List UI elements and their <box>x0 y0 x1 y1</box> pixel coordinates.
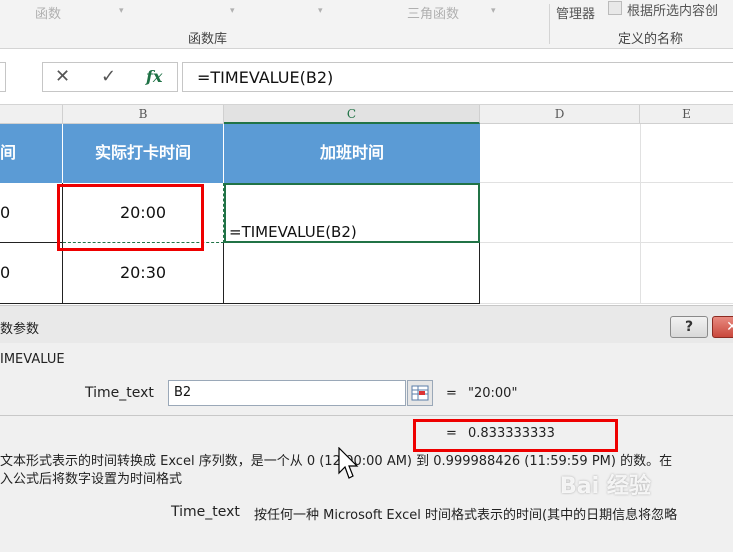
formula-input[interactable]: =TIMEVALUE(B2) <box>182 62 733 92</box>
ribbon: 函数 ▾ ▾ ▾ 三角函数 ▾ 函数库 管理器 根据所选内容创 定义的名称 <box>0 0 733 49</box>
grid-row <box>480 243 733 304</box>
highlight-box-b2 <box>57 184 204 251</box>
cell-a2[interactable]: 0 <box>0 183 63 243</box>
trig-functions-dropdown[interactable]: 三角函数 <box>407 3 459 22</box>
header-cell-a[interactable]: 间 <box>0 124 63 183</box>
header-cell-overtime[interactable]: 加班时间 <box>224 124 480 183</box>
create-from-selection-button[interactable]: 根据所选内容创 <box>627 0 718 19</box>
column-header-d[interactable]: D <box>480 105 640 124</box>
create-from-selection-icon <box>608 1 622 15</box>
cell-c2-active[interactable]: =TIMEVALUE(B2) <box>224 183 480 243</box>
column-header-e[interactable]: E <box>640 105 733 124</box>
group-label-function-library: 函数库 <box>188 32 228 47</box>
column-header-c[interactable]: C <box>224 105 480 124</box>
column-header-b[interactable]: B <box>63 105 224 124</box>
header-cell-actual-clock-in[interactable]: 实际打卡时间 <box>63 124 224 183</box>
time-text-input[interactable]: B2 <box>168 380 406 406</box>
formula-text: =TIMEVALUE(B2) <box>197 68 334 87</box>
function-description-line2: 入公式后将数字设置为时间格式 <box>0 472 183 487</box>
chevron-down-icon: ▾ <box>318 6 323 16</box>
dialog-title: 数参数 <box>0 322 40 337</box>
function-arguments-titlebar[interactable]: 数参数 ? ✕ <box>0 305 733 343</box>
close-button[interactable]: ✕ <box>712 316 733 338</box>
function-name-label: IMEVALUE <box>0 352 65 367</box>
cancel-icon[interactable]: ✕ <box>55 66 70 87</box>
arg-description-text: 按任何一种 Microsoft Excel 时间格式表示的时间(其中的日期信息将… <box>254 508 678 523</box>
grid-row <box>480 124 733 183</box>
arg-equals: = <box>446 386 457 401</box>
cell-a3[interactable]: 0 <box>0 243 63 304</box>
chevron-down-icon: ▾ <box>491 6 496 16</box>
arg-time-text-label: Time_text <box>85 385 154 401</box>
name-manager-button[interactable]: 管理器 <box>556 3 595 22</box>
enter-icon[interactable]: ✓ <box>101 66 116 87</box>
arg-description-label: Time_text <box>171 504 240 520</box>
cell-c2-formula: =TIMEVALUE(B2) <box>229 223 357 241</box>
mouse-pointer-icon <box>338 447 359 479</box>
insert-function-icon[interactable]: fx <box>146 67 162 86</box>
function-category-dropdown[interactable]: 函数 <box>35 3 61 22</box>
help-button[interactable]: ? <box>670 316 708 338</box>
highlight-box-result <box>413 419 618 452</box>
arg-result-value: "20:00" <box>468 386 518 401</box>
function-description-line1: 文本形式表示的时间转换成 Excel 序列数，是一个从 0 (12:00:00 … <box>0 454 673 469</box>
chevron-down-icon: ▾ <box>119 6 124 16</box>
ribbon-separator <box>549 4 550 44</box>
collapse-dialog-icon[interactable] <box>407 380 433 406</box>
cell-c3[interactable] <box>224 243 480 304</box>
dialog-divider <box>0 415 733 416</box>
chevron-down-icon: ▾ <box>230 6 235 16</box>
formula-bar: ✕ ✓ fx =TIMEVALUE(B2) <box>0 50 733 105</box>
watermark-logo: Bai 经验 <box>560 474 651 499</box>
formula-buttons: ✕ ✓ fx <box>42 62 178 92</box>
grid-row <box>480 183 733 243</box>
cell-b3[interactable]: 20:30 <box>63 243 224 304</box>
group-label-defined-names: 定义的名称 <box>618 32 684 47</box>
column-header-a[interactable] <box>0 105 63 124</box>
name-box[interactable] <box>0 62 6 92</box>
